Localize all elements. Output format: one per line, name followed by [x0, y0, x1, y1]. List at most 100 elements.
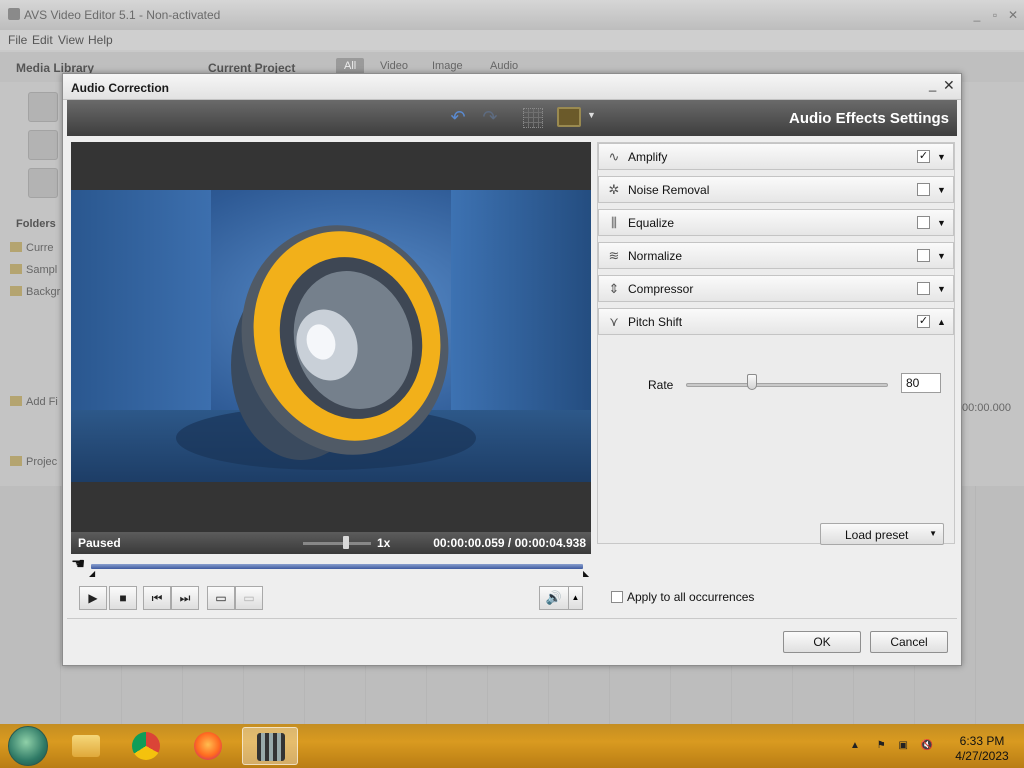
effects-settings-heading: Audio Effects Settings	[788, 110, 949, 127]
menu-edit[interactable]: Edit	[32, 33, 53, 47]
redo-icon[interactable]: ↷	[479, 108, 501, 128]
effect-expand-icon[interactable]: ▼	[937, 183, 946, 197]
play-button[interactable]: ▶	[79, 586, 107, 610]
taskbar-file-explorer[interactable]	[58, 727, 114, 765]
effects-panel: Rate Load preset ▼ ∿ Amplify ✓ ▼ ✲ Noise Remo…	[597, 142, 955, 545]
rate-label: Rate	[648, 378, 674, 392]
previous-frame-button[interactable]: ⏮	[143, 586, 171, 610]
taskbar-chrome[interactable]	[118, 727, 174, 765]
video-preview	[71, 142, 591, 532]
next-frame-button[interactable]: ⏭	[171, 586, 199, 610]
time-readout: 00:00:00.059 / 00:00:04.938	[433, 536, 586, 550]
app-maximize-button[interactable]: ▫	[988, 8, 1002, 22]
clock-time: 6:33 PM	[959, 734, 1005, 748]
system-tray: ▲ ⚑ ▣ 🔇	[850, 740, 933, 751]
menu-file[interactable]: File	[8, 33, 27, 47]
dialog-title: Audio Correction	[71, 81, 169, 95]
network-icon[interactable]: ▣	[898, 740, 907, 751]
rate-value-input[interactable]	[901, 373, 941, 393]
menu-help[interactable]: Help	[88, 33, 113, 47]
folder-item[interactable]: Backgr	[10, 286, 60, 298]
effect-enable-checkbox[interactable]	[917, 249, 930, 262]
speaker-muted-icon[interactable]: 🔇	[921, 740, 933, 751]
effect-row-equalize[interactable]: ⫼ Equalize ▼	[598, 209, 954, 236]
add-media-icon[interactable]	[28, 92, 58, 122]
dialog-titlebar: Audio Correction _ ✕	[63, 74, 961, 100]
volume-arrow-icon[interactable]: ▲	[569, 586, 583, 610]
effect-icon: ✲	[608, 182, 620, 197]
tray-expand-icon[interactable]: ▲	[850, 740, 860, 751]
load-preset-button[interactable]: Load preset ▼	[820, 523, 944, 545]
app-close-button[interactable]: ✕	[1006, 8, 1020, 22]
effect-enable-checkbox[interactable]	[917, 183, 930, 196]
record-icon[interactable]	[28, 130, 58, 160]
rate-slider-thumb[interactable]	[747, 374, 757, 390]
effect-row-noise-removal[interactable]: ✲ Noise Removal ▼	[598, 176, 954, 203]
total-time: 00:00:04.938	[514, 536, 586, 550]
effect-row-normalize[interactable]: ≋ Normalize ▼	[598, 242, 954, 269]
dialog-minimize-button[interactable]: _	[929, 77, 941, 93]
folder-item[interactable]: Curre	[10, 242, 54, 254]
effect-expand-icon[interactable]: ▼	[937, 150, 946, 164]
current-time: 00:00:00.059	[433, 536, 505, 550]
capture-icon[interactable]	[28, 168, 58, 198]
grid-view-icon[interactable]	[523, 108, 543, 128]
time-separator: /	[507, 536, 512, 550]
effect-enable-checkbox[interactable]: ✓	[917, 315, 930, 328]
clock-date: 4/27/2023	[955, 749, 1009, 763]
stop-button[interactable]: ■	[109, 586, 137, 610]
add-files-button[interactable]: Add Fi	[10, 396, 58, 408]
preview-monitor-icon[interactable]	[557, 107, 581, 127]
seek-hand-icon[interactable]: ☚	[71, 556, 85, 574]
folders-label: Folders	[16, 218, 56, 230]
effect-expand-icon[interactable]: ▲	[937, 315, 946, 329]
taskbar-avs-video-editor[interactable]	[242, 727, 298, 765]
start-button[interactable]	[8, 726, 48, 766]
effect-name: Noise Removal	[628, 183, 710, 197]
system-clock[interactable]: 6:33 PM 4/27/2023	[950, 734, 1014, 764]
seek-track[interactable]	[91, 564, 583, 569]
effect-row-compressor[interactable]: ⇕ Compressor ▼	[598, 275, 954, 302]
playback-speed: 1x	[377, 536, 391, 550]
effect-icon: ⇕	[608, 281, 620, 296]
effect-enable-checkbox[interactable]: ✓	[917, 150, 930, 163]
effect-row-pitch-shift[interactable]: ⋎ Pitch Shift ✓ ▲	[598, 308, 954, 335]
effect-enable-checkbox[interactable]	[917, 216, 930, 229]
taskbar-firefox[interactable]	[180, 727, 236, 765]
speed-slider-thumb[interactable]	[343, 536, 349, 549]
effect-expand-icon[interactable]: ▼	[937, 216, 946, 230]
playback-status: Paused	[78, 536, 121, 550]
action-center-icon[interactable]: ⚑	[877, 740, 886, 751]
mark-in-button[interactable]: ▭	[207, 586, 235, 610]
start-marker-icon: ◢	[89, 569, 96, 578]
volume-icon[interactable]: 🔊	[539, 586, 569, 610]
effect-enable-checkbox[interactable]	[917, 282, 930, 295]
app-icon	[8, 8, 20, 20]
cancel-button[interactable]: Cancel	[870, 631, 948, 653]
end-marker-icon: ◣	[583, 569, 590, 578]
mark-out-button[interactable]: ▭	[235, 586, 263, 610]
audio-correction-dialog: Audio Correction _ ✕ ↶ ↷ ▼ Audio Effects…	[62, 73, 962, 666]
rate-slider-track[interactable]	[686, 383, 888, 387]
undo-icon[interactable]: ↶	[447, 108, 469, 128]
effect-expand-icon[interactable]: ▼	[937, 282, 946, 296]
speed-slider-track[interactable]	[303, 542, 371, 545]
menu-view[interactable]: View	[58, 33, 84, 47]
apply-all-checkbox[interactable]: Apply to all occurrences	[611, 590, 754, 604]
app-title: AVS Video Editor 5.1 - Non-activated	[24, 8, 221, 22]
project-button[interactable]: Projec	[10, 456, 57, 468]
effect-row-amplify[interactable]: ∿ Amplify ✓ ▼	[598, 143, 954, 170]
seek-bar[interactable]: ☚ ◢ ◣	[71, 556, 591, 578]
effect-expand-icon[interactable]: ▼	[937, 249, 946, 263]
app-minimize-button[interactable]: _	[970, 8, 984, 22]
app-right-panel: 00:00.000 6	[960, 82, 1024, 542]
folder-item[interactable]: Sampl	[10, 264, 57, 276]
ok-button[interactable]: OK	[783, 631, 861, 653]
effect-name: Pitch Shift	[628, 315, 683, 329]
effect-name: Normalize	[628, 249, 683, 263]
film-icon	[257, 733, 285, 761]
apply-all-checkbox-box[interactable]	[611, 591, 623, 603]
dialog-close-button[interactable]: ✕	[943, 77, 957, 93]
volume-control: 🔊 ▲	[539, 586, 585, 610]
chevron-down-icon[interactable]: ▼	[587, 110, 596, 120]
